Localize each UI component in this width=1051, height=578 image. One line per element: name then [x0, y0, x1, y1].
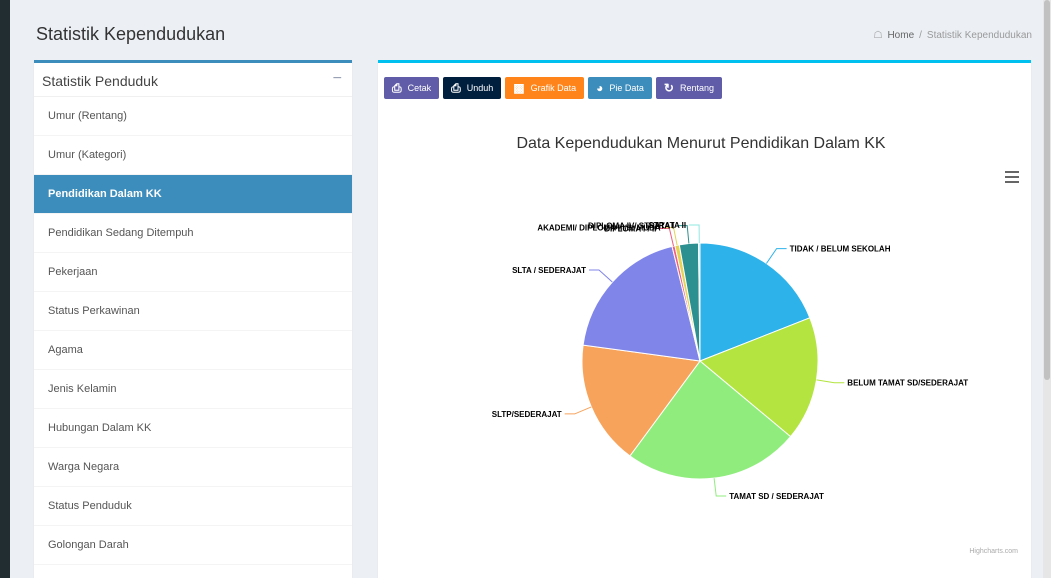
stat-menu-header: Statistik Penduduk −: [34, 63, 352, 97]
pie-connector: [765, 248, 787, 264]
sidebar-item[interactable]: Pendidikan Sedang Ditempuh: [34, 214, 352, 253]
pie-chart-button[interactable]: ◕ Pie Data: [588, 77, 652, 99]
refresh-button-label: Rentang: [679, 83, 714, 93]
pie-chart-icon: ◕: [596, 81, 604, 95]
print-icon: ⎙: [392, 80, 402, 95]
download-button[interactable]: ⎙ Unduh: [443, 77, 502, 99]
print-button-label: Cetak: [407, 83, 432, 93]
refresh-icon: ↻: [663, 81, 674, 95]
sidebar-item[interactable]: Status Penduduk: [34, 487, 352, 526]
stat-menu-box: Statistik Penduduk − Umur (Rentang) Umur …: [34, 60, 352, 578]
pie-chart: Data Kependudukan Menurut Pendidikan Dal…: [492, 135, 1018, 555]
refresh-button[interactable]: ↻ Rentang: [655, 77, 722, 99]
bar-chart-button-label: Grafik Data: [530, 83, 577, 93]
pie-connector: [659, 228, 674, 247]
pie-data-label: BELUM TAMAT SD/SEDERAJAT: [847, 379, 968, 388]
sidebar-item[interactable]: Jenis Kelamin: [34, 370, 352, 409]
sidebar-item[interactable]: Pendidikan Dalam KK: [34, 175, 352, 214]
pie-connector: [816, 379, 845, 384]
pie-connector: [564, 406, 592, 415]
sidebar-item[interactable]: Umur (Rentang): [34, 97, 352, 136]
sidebar-item[interactable]: Status Perkawinan: [34, 292, 352, 331]
chart-toolbar: ⎙ Cetak ⎙ Unduh ▩ Grafik Data ◕ Pie Data ↻ Re…: [384, 77, 722, 99]
breadcrumb-current: Statistik Kependudukan: [926, 30, 1032, 41]
sidebar-item[interactable]: Warga Negara: [34, 448, 352, 487]
breadcrumb-home-link[interactable]: Home: [887, 30, 914, 41]
collapse-button[interactable]: −: [333, 70, 342, 88]
pie-data-label: TIDAK / BELUM SEKOLAH: [790, 245, 891, 254]
chart-title: Data Kependudukan Menurut Pendidikan Dal…: [516, 135, 885, 152]
breadcrumb-separator: /: [919, 30, 922, 41]
sidebar-item[interactable]: Golongan Darah: [34, 526, 352, 565]
pie-connector: [713, 478, 727, 497]
sidebar-item[interactable]: Umur (Kategori): [34, 136, 352, 175]
pie-connector: [689, 224, 700, 244]
sidebar-item[interactable]: Pekerjaan: [34, 253, 352, 292]
chart-context-menu-icon[interactable]: [1005, 171, 1019, 183]
pie-chart-button-label: Pie Data: [609, 83, 644, 93]
download-icon: ⎙: [451, 80, 461, 95]
sidebar-item[interactable]: Agama: [34, 331, 352, 370]
scrollbar[interactable]: [1043, 0, 1051, 578]
chart-credit[interactable]: Highcharts.com: [969, 548, 1018, 555]
pie-data-label: SLTA / SEDERAJAT: [512, 266, 586, 275]
bar-chart-button[interactable]: ▩ Grafik Data: [505, 77, 585, 99]
content-header: Statistik Kependudukan ☖ Home / Statisti…: [22, 10, 1038, 54]
stat-menu-list: Umur (Rentang) Umur (Kategori) Pendidikan …: [34, 97, 352, 565]
download-button-label: Unduh: [466, 83, 494, 93]
breadcrumb: ☖ Home / Statistik Kependudukan: [873, 30, 1032, 41]
page-title: Statistik Kependudukan: [36, 24, 226, 44]
sidebar-item[interactable]: Hubungan Dalam KK: [34, 409, 352, 448]
print-button[interactable]: ⎙ Cetak: [384, 77, 440, 99]
app-sidebar-edge: [0, 0, 10, 578]
pie-data-label: STRATA II: [648, 221, 686, 230]
chart-box: Data Kependudukan Menurut Pendidikan Dal…: [378, 60, 1031, 578]
home-icon: ☖: [873, 30, 883, 41]
stat-menu-title: Statistik Penduduk: [42, 73, 158, 89]
pie-data-label: SLTP/SEDERAJAT: [492, 410, 562, 419]
bar-chart-icon: ▩: [513, 81, 525, 95]
pie-data-label: TAMAT SD / SEDERAJAT: [729, 492, 824, 501]
pie-connector: [589, 269, 613, 283]
scrollbar-thumb[interactable]: [1044, 0, 1050, 380]
